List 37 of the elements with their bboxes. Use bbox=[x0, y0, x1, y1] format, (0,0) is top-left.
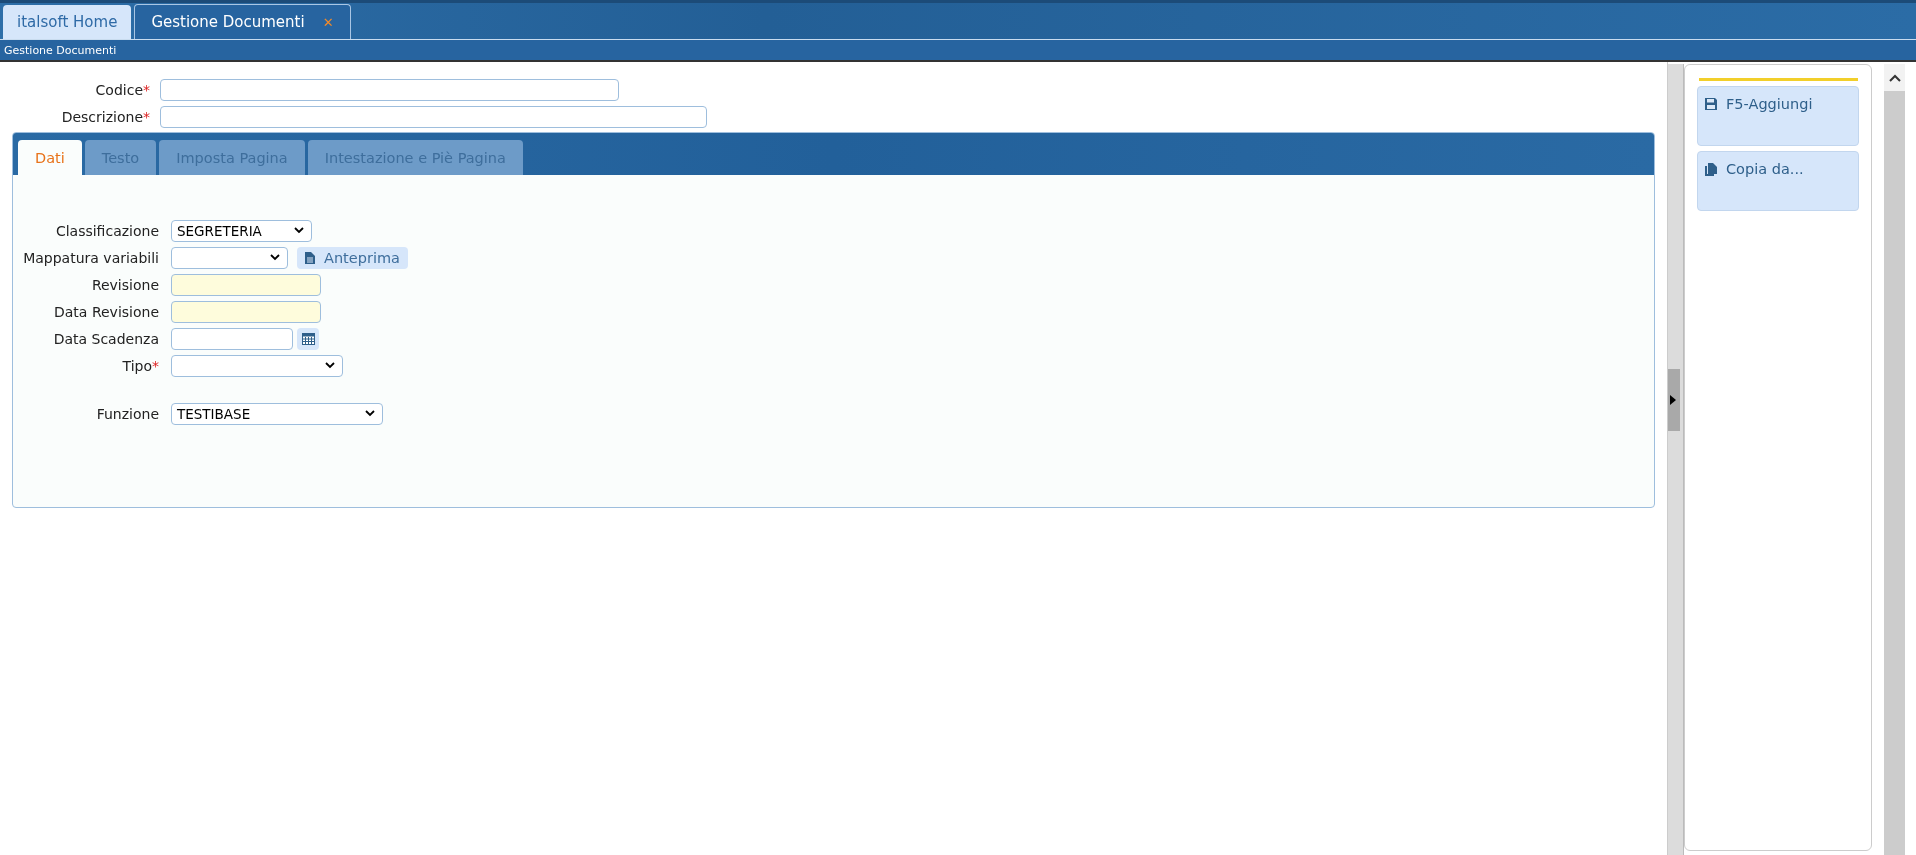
date-field[interactable] bbox=[171, 327, 293, 350]
chevron-up-icon[interactable] bbox=[1888, 73, 1901, 82]
field-label: Tipo* bbox=[121, 357, 160, 374]
field-label: Data Scadenza bbox=[52, 330, 160, 347]
chevron-icon bbox=[365, 410, 375, 417]
dropdown[interactable]: SEGRETERIA bbox=[171, 219, 312, 242]
chevron-icon bbox=[294, 227, 304, 234]
chevron-icon bbox=[270, 254, 280, 261]
field-label: Funzione bbox=[95, 405, 160, 422]
action-button[interactable]: Copia da... bbox=[1697, 151, 1859, 211]
breadcrumb: Gestione Documenti bbox=[4, 43, 117, 57]
tab[interactable]: Dati bbox=[18, 140, 82, 175]
dropdown[interactable] bbox=[171, 246, 288, 269]
input-field[interactable] bbox=[171, 273, 321, 296]
input-field[interactable] bbox=[160, 105, 707, 128]
action-button[interactable]: F5-Aggiungi bbox=[1697, 86, 1859, 146]
close-icon[interactable]: ✕ bbox=[322, 14, 334, 30]
window-tab[interactable]: italsoft Home bbox=[3, 5, 132, 39]
document-icon bbox=[305, 251, 315, 264]
calendar-button[interactable] bbox=[297, 327, 319, 350]
field-label: Classificazione bbox=[54, 222, 160, 239]
input-field[interactable] bbox=[171, 300, 321, 323]
chevron-icon bbox=[325, 362, 335, 369]
window-tab[interactable]: Gestione Documenti ✕ bbox=[134, 4, 351, 39]
field-label: Revisione bbox=[90, 276, 160, 293]
scrollbar[interactable] bbox=[1884, 64, 1905, 855]
splitter-handle[interactable] bbox=[1668, 368, 1680, 431]
field-label: Codice* bbox=[94, 81, 151, 98]
field-label: Mappatura variabili bbox=[22, 249, 160, 266]
field-label: Descrizione* bbox=[60, 108, 151, 125]
copy-icon bbox=[1705, 163, 1717, 176]
input-field[interactable] bbox=[160, 78, 619, 101]
field-label: Data Revisione bbox=[53, 303, 160, 320]
calendar-icon bbox=[301, 332, 315, 345]
dropdown[interactable]: TESTIBASE bbox=[171, 402, 383, 425]
save-icon bbox=[1705, 98, 1717, 110]
preview-button[interactable]: Anteprima bbox=[297, 246, 408, 269]
